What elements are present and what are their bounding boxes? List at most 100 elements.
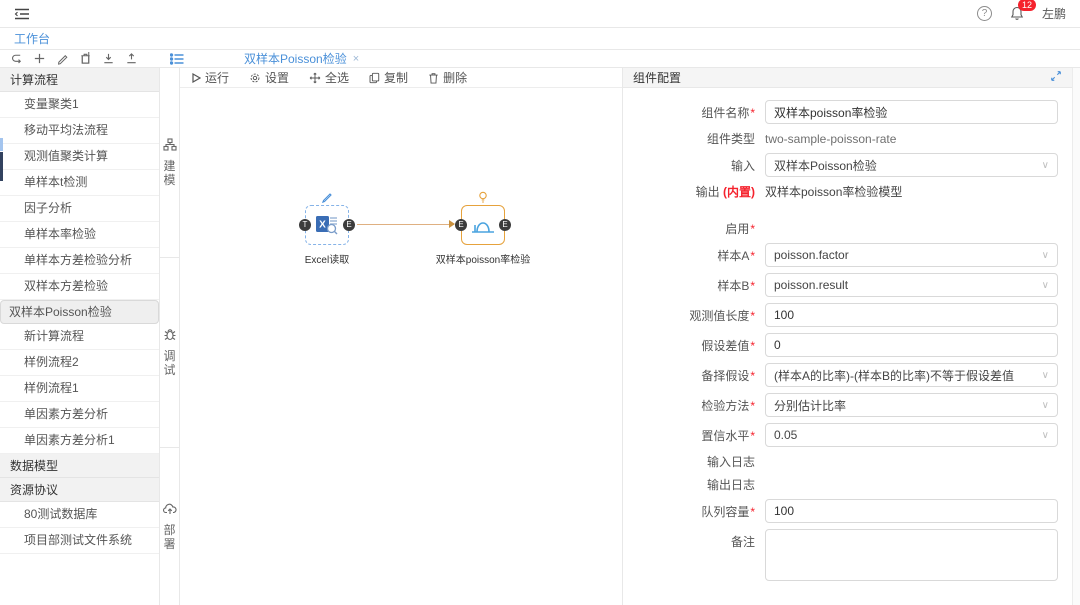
node-label: Excel读取 xyxy=(267,251,387,266)
flow-connector xyxy=(357,224,454,225)
input-flow-select[interactable]: 双样本Poisson检验 ∨ xyxy=(765,153,1058,177)
chevron-down-icon: ∨ xyxy=(1042,280,1049,291)
sidebar-item[interactable]: 单因素方差分析 xyxy=(0,402,159,428)
mode-debug-label: 调试 xyxy=(163,349,177,377)
component-config-panel: 组件配置 组件名称* 组件类型 two-sample-poisson-rate … xyxy=(622,68,1072,605)
sidebar-item[interactable]: 变量聚类1 xyxy=(0,92,159,118)
panel-title: 组件配置 xyxy=(633,69,681,86)
alternative-hypothesis-select[interactable]: (样本A的比率)-(样本B的比率)不等于假设差值 ∨ xyxy=(765,363,1058,387)
observation-length-input[interactable] xyxy=(765,303,1058,327)
sidebar-item[interactable]: 单样本率检验 xyxy=(0,222,159,248)
field-label: 备择假设* xyxy=(637,367,755,384)
port-out[interactable]: E xyxy=(343,219,355,231)
edit-icon[interactable] xyxy=(56,52,69,65)
sidebar-item[interactable]: 样例流程2 xyxy=(0,350,159,376)
svg-text:X: X xyxy=(319,219,326,230)
copy-button[interactable]: 复制 xyxy=(369,69,408,86)
sidebar-item[interactable]: 项目部测试文件系统 xyxy=(0,528,159,554)
field-label: 组件类型 xyxy=(637,130,755,147)
remarks-textarea[interactable] xyxy=(765,529,1058,581)
sidebar-item[interactable]: 单样本方差检验分析 xyxy=(0,248,159,274)
export-icon[interactable] xyxy=(125,52,138,65)
sitemap-icon xyxy=(163,138,177,154)
sidebar: 计算流程 变量聚类1 移动平均法流程 观测值聚类计算 单样本t检测 因子分析 单… xyxy=(0,68,160,605)
user-name[interactable]: 左鹏 xyxy=(1042,5,1066,22)
workspace-nav: 工作台 xyxy=(0,28,1080,50)
output-model-value: 双样本poisson率检验模型 xyxy=(765,183,1058,200)
canvas-toolbar: 运行 设置 全选 复制 删除 xyxy=(180,68,622,88)
close-icon[interactable]: × xyxy=(353,53,359,65)
bug-icon xyxy=(163,328,177,344)
flow-list-icon[interactable] xyxy=(170,53,184,65)
expand-icon[interactable] xyxy=(1050,70,1062,85)
distribution-icon xyxy=(470,213,496,238)
sidebar-section-data-models[interactable]: 数据模型 xyxy=(0,454,159,478)
sample-b-select[interactable]: poisson.result ∨ xyxy=(765,273,1058,297)
import-icon[interactable] xyxy=(102,52,115,65)
field-label: 检验方法* xyxy=(637,397,755,414)
edit-badge-icon[interactable] xyxy=(321,191,333,206)
copy-icon xyxy=(369,72,380,84)
field-label: 观测值长度* xyxy=(637,307,755,324)
field-label: 输出日志 xyxy=(637,476,755,493)
select-all-button[interactable]: 全选 xyxy=(309,69,349,86)
menu-fold-icon[interactable] xyxy=(14,7,30,21)
sidebar-section-resources[interactable]: 资源协议 xyxy=(0,478,159,502)
sidebar-scroll-track xyxy=(0,138,3,151)
field-label: 备注 xyxy=(637,533,755,550)
node-poisson-test[interactable]: E E 双样本poisson率检验 xyxy=(461,205,505,245)
sidebar-section-flows[interactable]: 计算流程 xyxy=(0,68,159,92)
flow-canvas[interactable]: X T E Excel读取 E E 双样本poisson率检验 xyxy=(180,88,622,605)
field-label: 输出 (内置) xyxy=(637,183,755,200)
run-icon xyxy=(192,73,201,83)
flow-file-toolbar xyxy=(0,52,162,65)
settings-button[interactable]: 设置 xyxy=(249,69,289,86)
sidebar-scroll-thumb[interactable] xyxy=(0,152,3,181)
queue-capacity-input[interactable] xyxy=(765,499,1058,523)
port-in[interactable]: E xyxy=(455,219,467,231)
sample-a-select[interactable]: poisson.factor ∨ xyxy=(765,243,1058,267)
node-excel-reader[interactable]: X T E Excel读取 xyxy=(305,205,349,245)
flow-tab-bar: 双样本Poisson检验 × xyxy=(0,50,1080,68)
bulb-badge-icon[interactable] xyxy=(478,191,489,207)
mode-deploy[interactable]: 部署 xyxy=(160,448,179,605)
confidence-level-select[interactable]: 0.05 ∨ xyxy=(765,423,1058,447)
sidebar-item[interactable]: 80测试数据库 xyxy=(0,502,159,528)
run-button[interactable]: 运行 xyxy=(192,69,229,86)
mode-deploy-label: 部署 xyxy=(163,523,177,551)
undo-icon[interactable] xyxy=(10,52,23,65)
field-label: 启用* xyxy=(637,220,755,237)
mode-debug[interactable]: 调试 xyxy=(160,258,179,448)
port-out[interactable]: E xyxy=(499,219,511,231)
sidebar-item[interactable]: 观测值聚类计算 xyxy=(0,144,159,170)
gear-icon xyxy=(249,72,261,84)
chevron-down-icon: ∨ xyxy=(1042,370,1049,381)
sidebar-item[interactable]: 单样本t检测 xyxy=(0,170,159,196)
hypothesized-difference-input[interactable] xyxy=(765,333,1058,357)
flow-canvas-area: 运行 设置 全选 复制 删除 xyxy=(180,68,622,605)
notification-badge: 12 xyxy=(1018,0,1036,11)
test-method-select[interactable]: 分别估计比率 ∨ xyxy=(765,393,1058,417)
sidebar-item[interactable]: 新计算流程 xyxy=(0,324,159,350)
component-name-input[interactable] xyxy=(765,100,1058,124)
mode-strip: 建模 调试 部署 xyxy=(160,68,180,605)
notifications-bell-icon[interactable]: 12 xyxy=(1010,6,1024,21)
delete-file-icon[interactable] xyxy=(79,52,92,65)
field-label: 组件名称* xyxy=(637,104,755,121)
sidebar-item[interactable]: 单因素方差分析1 xyxy=(0,428,159,454)
sidebar-item[interactable]: 样例流程1 xyxy=(0,376,159,402)
field-label: 输入 xyxy=(637,157,755,174)
sidebar-item[interactable]: 双样本方差检验 xyxy=(0,274,159,300)
workspace-tab[interactable]: 工作台 xyxy=(14,30,50,47)
window-scrollbar[interactable] xyxy=(1072,68,1080,605)
sidebar-item[interactable]: 移动平均法流程 xyxy=(0,118,159,144)
flow-tab-active[interactable]: 双样本Poisson检验 × xyxy=(236,50,367,67)
sidebar-item-selected[interactable]: 双样本Poisson检验 xyxy=(0,300,159,324)
add-icon[interactable] xyxy=(33,52,46,65)
mode-modeling[interactable]: 建模 xyxy=(160,68,179,258)
sidebar-item[interactable]: 因子分析 xyxy=(0,196,159,222)
config-form: 组件名称* 组件类型 two-sample-poisson-rate 输入 双样… xyxy=(623,88,1072,605)
port-in[interactable]: T xyxy=(299,219,311,231)
delete-button[interactable]: 删除 xyxy=(428,69,467,86)
help-icon[interactable]: ? xyxy=(977,6,992,21)
